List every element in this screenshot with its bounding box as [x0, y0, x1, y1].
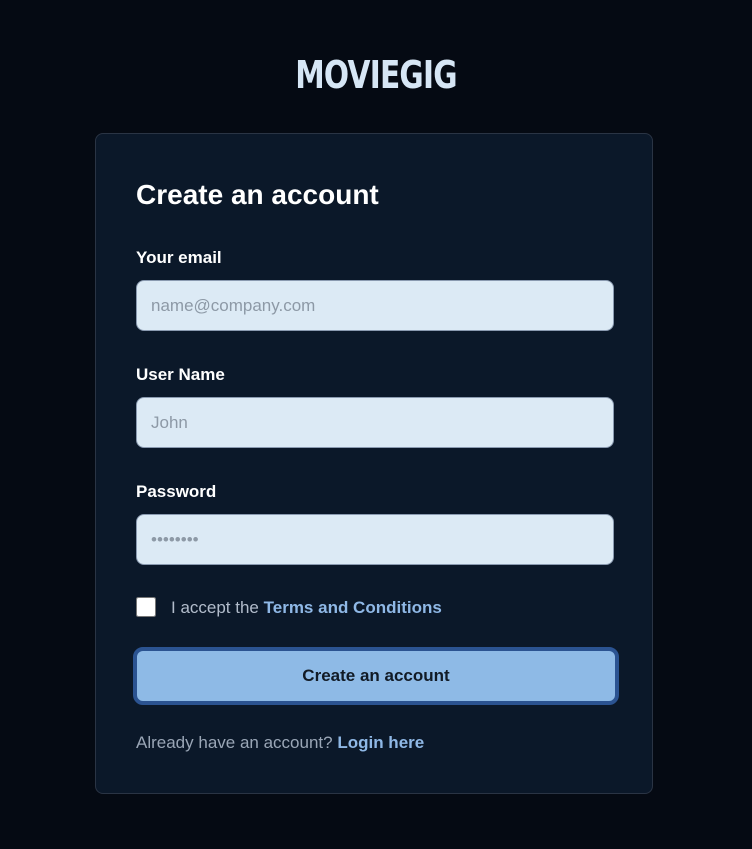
email-field[interactable] — [136, 280, 614, 331]
terms-link[interactable]: Terms and Conditions — [264, 598, 442, 617]
password-label: Password — [136, 482, 217, 501]
terms-text: I accept the Terms and Conditions — [171, 598, 442, 618]
login-link[interactable]: Login here — [337, 733, 424, 752]
username-label: User Name — [136, 365, 225, 384]
terms-checkbox[interactable] — [136, 597, 156, 617]
create-account-button[interactable]: Create an account — [133, 647, 619, 705]
form-title: Create an account — [136, 179, 379, 210]
username-field[interactable] — [136, 397, 614, 448]
brand-logo: MOVIEGIG — [295, 53, 457, 97]
login-prompt: Already have an account? Login here — [136, 733, 424, 753]
signup-card: Create an account Your email User Name P… — [95, 133, 653, 794]
terms-prefix: I accept the — [171, 598, 259, 617]
login-prompt-text: Already have an account? — [136, 733, 333, 752]
password-field[interactable] — [136, 514, 614, 565]
email-label: Your email — [136, 248, 222, 267]
